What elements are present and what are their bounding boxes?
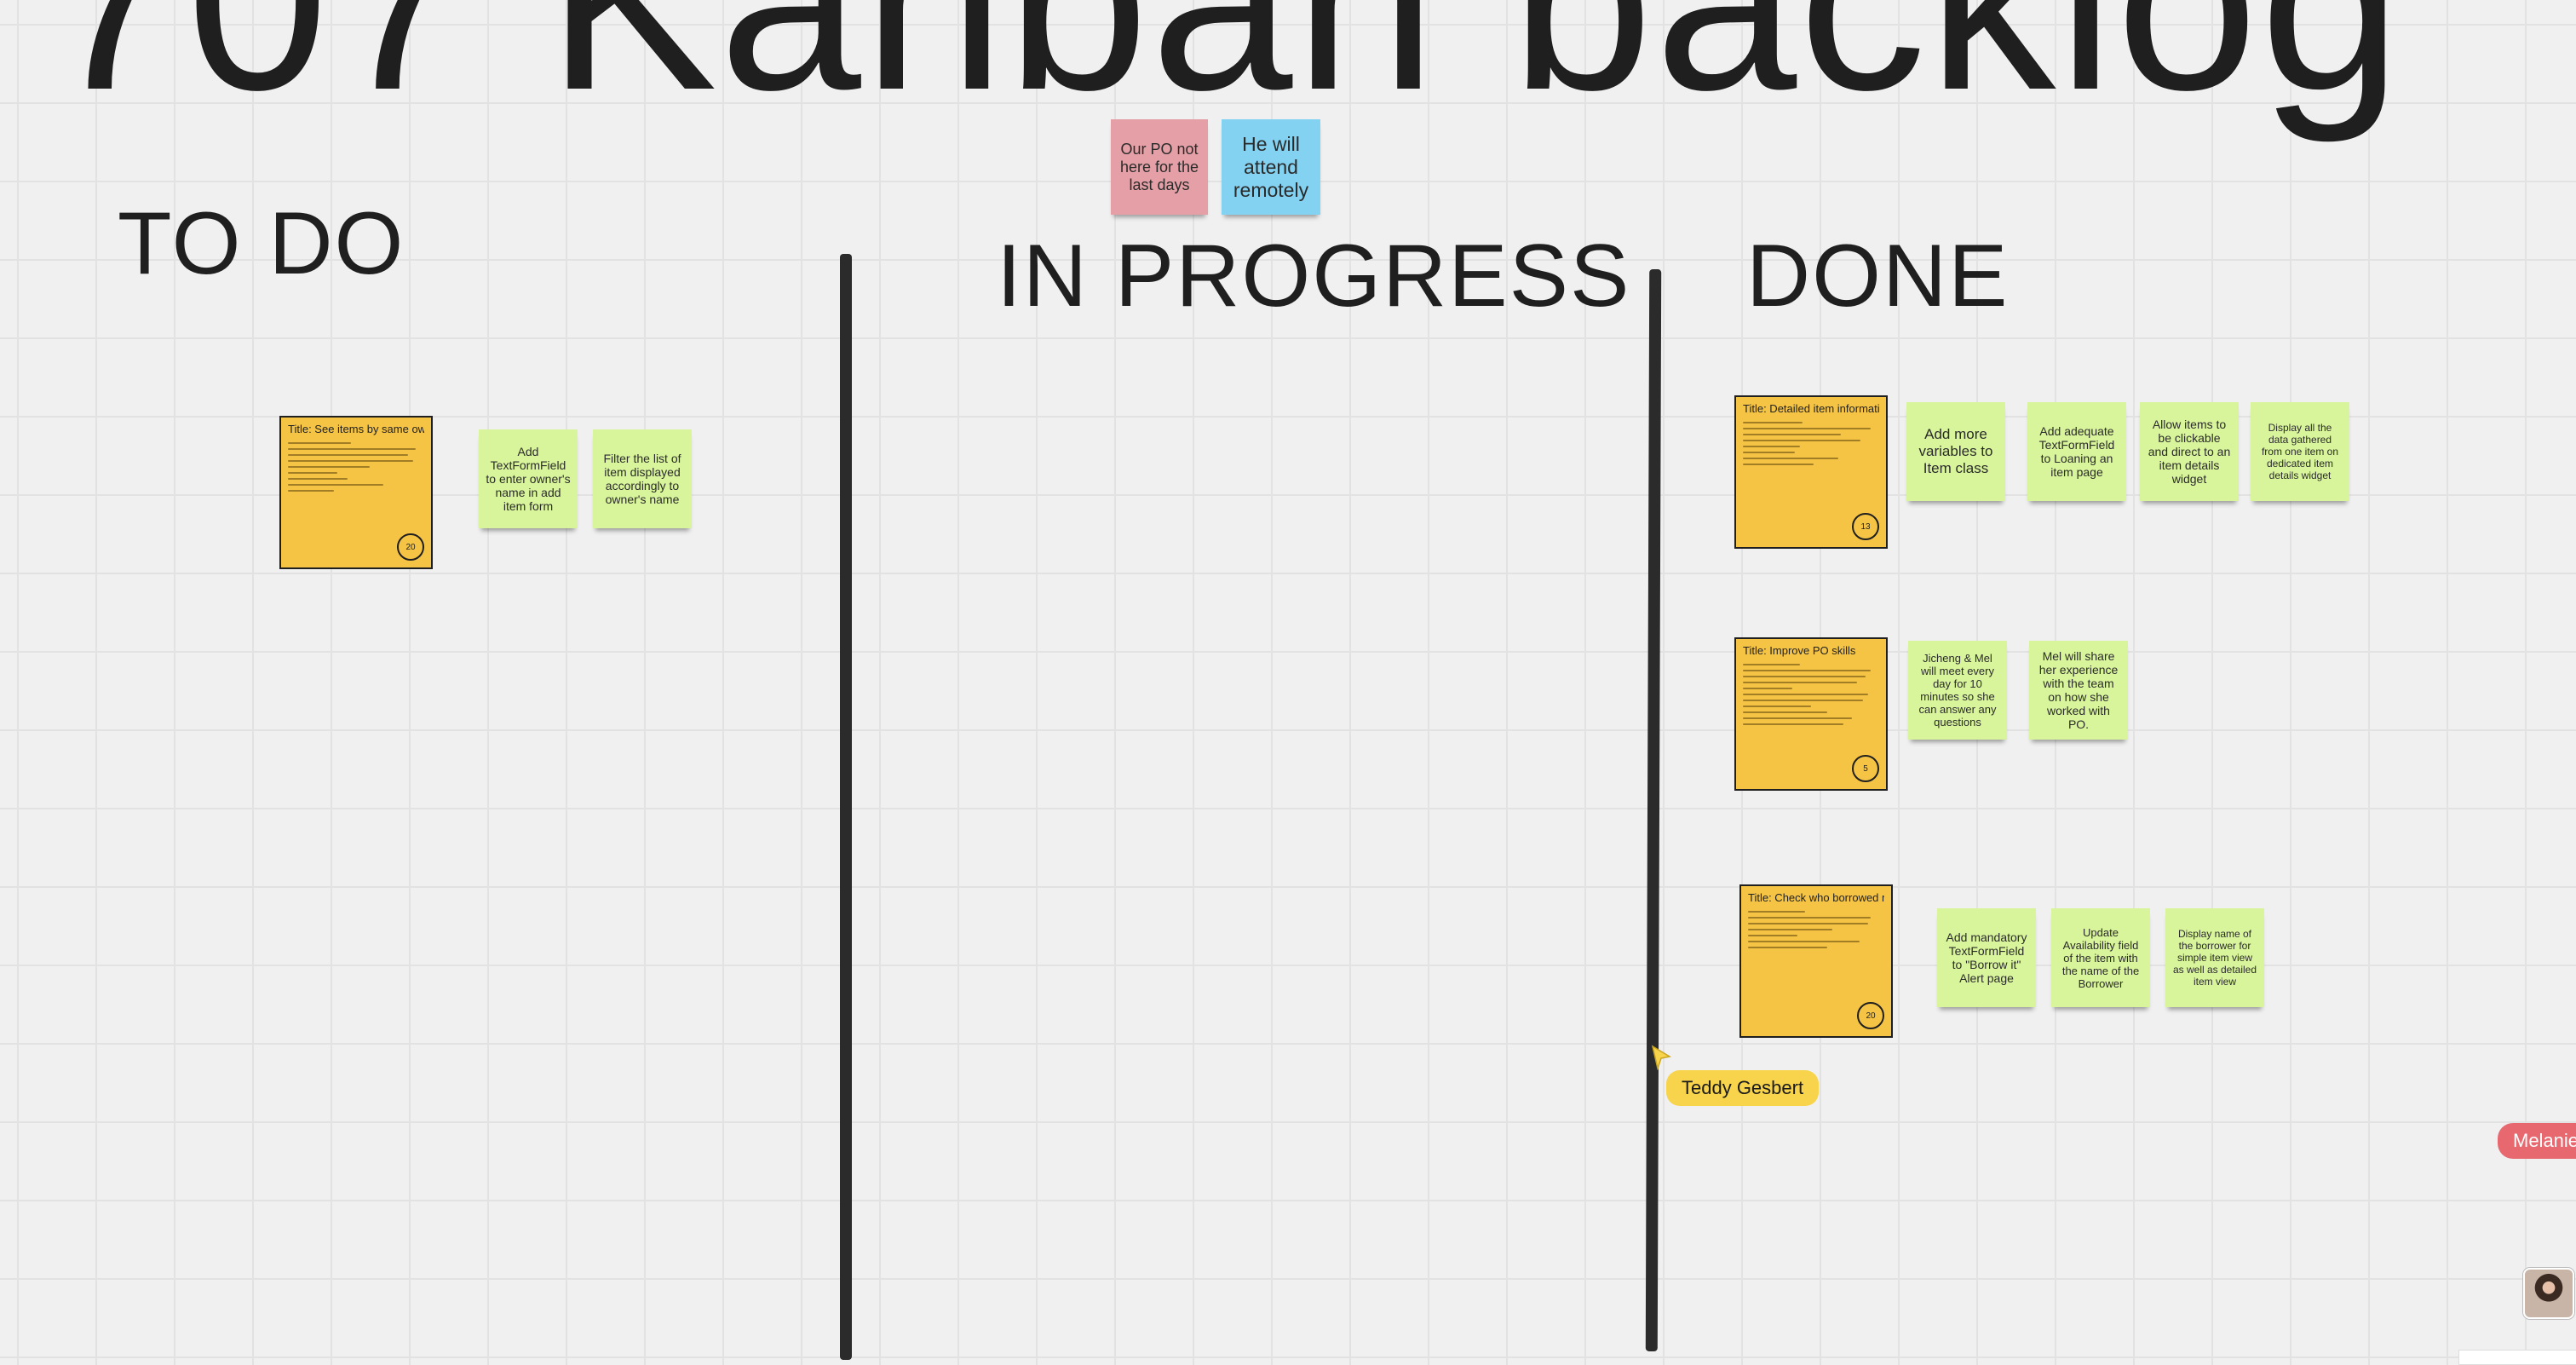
story-title: Title: See items by same owner (288, 423, 424, 435)
story-card-improve-po-skills[interactable]: Title: Improve PO skills 5 (1734, 637, 1888, 791)
sticky-note-attend-remotely[interactable]: He will attend remotely (1222, 119, 1320, 215)
sticky-note-task[interactable]: Display name of the borrower for simple … (2165, 908, 2264, 1007)
sticky-note-task[interactable]: Jicheng & Mel will meet every day for 10… (1908, 641, 2007, 740)
board-title: 707 Kanban backlog (43, 0, 2404, 143)
sticky-note-task[interactable]: Update Availability field of the item wi… (2051, 908, 2150, 1007)
story-body (288, 442, 424, 492)
sticky-note-task[interactable]: Allow items to be clickable and direct t… (2140, 402, 2239, 501)
column-title-done: DONE (1746, 227, 2010, 325)
sticky-note-task[interactable]: Filter the list of item displayed accord… (593, 429, 692, 528)
sticky-note-text: Jicheng & Mel will meet every day for 10… (1918, 652, 1997, 729)
sticky-note-text: Filter the list of item displayed accord… (603, 452, 681, 506)
story-points-badge: 20 (1857, 1002, 1884, 1029)
story-title: Title: Check who borrowed my item (1748, 891, 1884, 904)
sticky-note-text: Allow items to be clickable and direct t… (2148, 418, 2231, 486)
story-body (1743, 664, 1879, 725)
story-title: Title: Detailed item information (1743, 402, 1879, 415)
sticky-note-task[interactable]: Add mandatory TextFormField to "Borrow i… (1937, 908, 2036, 1007)
collaborator-cursor-label: Teddy Gesbert (1666, 1070, 1820, 1106)
sticky-note-task[interactable]: Mel will share her experience with the t… (2029, 641, 2128, 740)
column-title-in-progress: IN PROGRESS (997, 227, 1631, 325)
sticky-note-text: Add TextFormField to enter owner's name … (486, 445, 571, 513)
sticky-note-text: Our PO not here for the last days (1119, 140, 1199, 193)
sticky-note-text: Add more variables to Item class (1918, 426, 1993, 476)
sticky-note-task[interactable]: Add more variables to Item class (1906, 402, 2005, 501)
collaborator-cursor-icon (1651, 1045, 1672, 1070)
column-title-todo: TO DO (118, 194, 405, 293)
story-body (1743, 422, 1879, 465)
corner-panel (2458, 1350, 2576, 1365)
story-body (1748, 911, 1884, 948)
sticky-note-text: Display name of the borrower for simple … (2172, 928, 2257, 988)
story-card-see-items-by-owner[interactable]: Title: See items by same owner 20 (279, 416, 433, 569)
sticky-note-text: Update Availability field of the item wi… (2061, 925, 2140, 990)
story-title: Title: Improve PO skills (1743, 644, 1856, 657)
story-points-badge: 5 (1852, 755, 1879, 782)
column-divider-right[interactable] (1645, 268, 1662, 1352)
sticky-note-text: Add mandatory TextFormField to "Borrow i… (1946, 930, 2027, 985)
story-points-badge: 20 (397, 533, 424, 561)
sticky-note-text: He will attend remotely (1233, 132, 1309, 201)
story-card-check-who-borrowed[interactable]: Title: Check who borrowed my item 20 (1739, 884, 1893, 1038)
sticky-note-task[interactable]: Add adequate TextFormField to Loaning an… (2027, 402, 2126, 501)
sticky-note-po-absent[interactable]: Our PO not here for the last days (1111, 119, 1208, 215)
sticky-note-text: Display all the data gathered from one i… (2261, 422, 2339, 481)
story-card-detailed-item-information[interactable]: Title: Detailed item information 13 (1734, 395, 1888, 549)
sticky-note-task[interactable]: Display all the data gathered from one i… (2251, 402, 2349, 501)
column-divider-left[interactable] (840, 254, 852, 1360)
sticky-note-text: Add adequate TextFormField to Loaning an… (2038, 424, 2115, 479)
collaborator-cursor-label: Melanie (2498, 1123, 2576, 1159)
sticky-note-task[interactable]: Add TextFormField to enter owner's name … (479, 429, 578, 528)
sticky-note-text: Mel will share her experience with the t… (2038, 649, 2119, 731)
user-avatar[interactable] (2523, 1268, 2574, 1319)
story-points-badge: 13 (1852, 513, 1879, 540)
